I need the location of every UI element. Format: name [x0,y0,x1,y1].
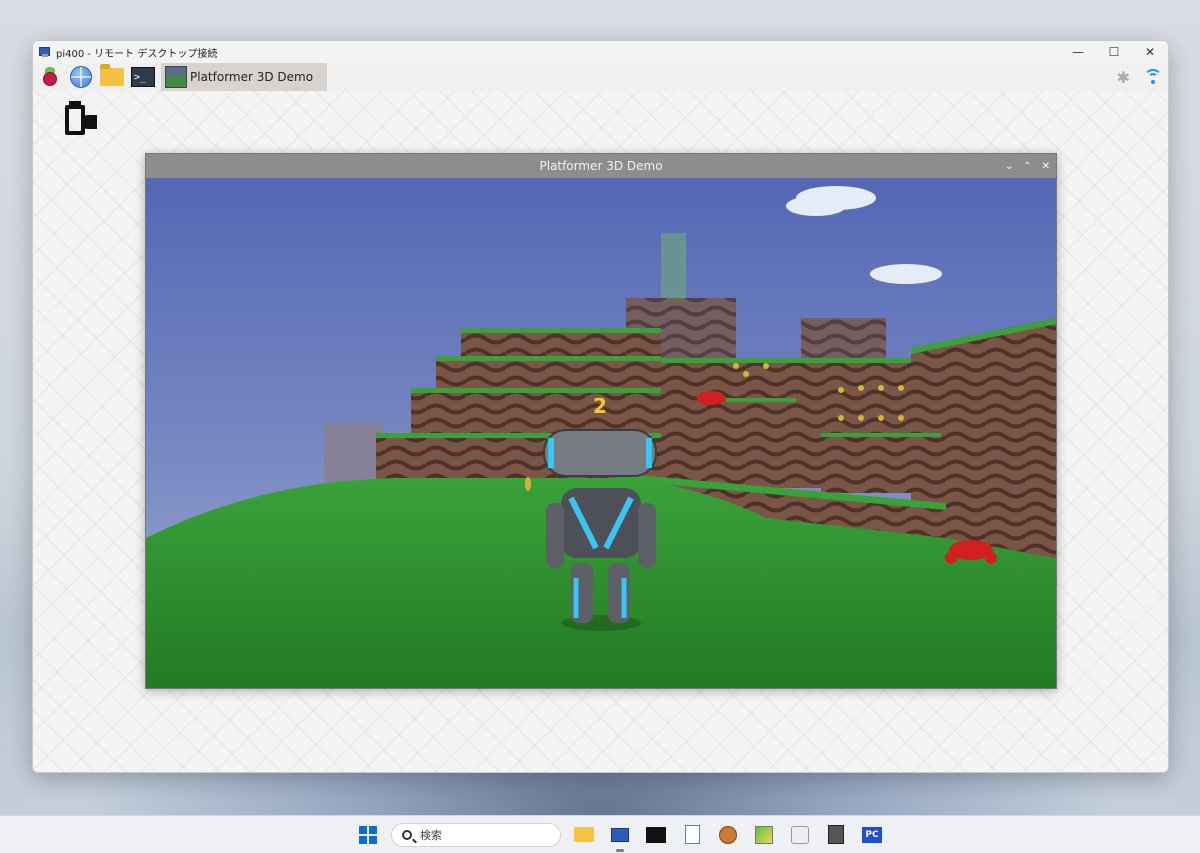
taskbar-pc-app[interactable]: PC [859,822,885,848]
game-window-title: Platformer 3D Demo [539,159,663,173]
maximize-button[interactable]: ☐ [1096,41,1132,63]
bluetooth-icon[interactable]: ✱ [1117,68,1130,87]
taskbar-monkey-app[interactable] [715,822,741,848]
game-window-controls: ⌄ ⌃ ✕ [1005,154,1050,178]
rdp-titlebar[interactable]: pi400 - リモート デスクトップ接続 — ☐ ✕ [33,41,1168,63]
raspberry-pi-desktop: >_ Platformer 3D Demo ✱ Platformer 3D De… [33,63,1168,772]
platformer-game-window: Platformer 3D Demo ⌄ ⌃ ✕ 2 [145,153,1057,689]
remote-desktop-icon [39,46,51,58]
terminal-icon: >_ [131,67,155,87]
panel-tray: ✱ [1117,68,1168,87]
taskbar-calculator[interactable] [823,822,849,848]
game-scene [146,178,1056,688]
folder-icon [100,64,124,86]
windows-logo-icon [359,825,377,844]
taskbar-terminal[interactable] [643,822,669,848]
taskbar-notepad[interactable] [679,822,705,848]
start-button[interactable] [355,822,381,848]
monkey-icon [719,825,737,844]
search-icon [402,829,412,840]
game-titlebar[interactable]: Platformer 3D Demo ⌄ ⌃ ✕ [146,154,1056,178]
power-plug-icon [63,101,99,137]
game-minimize-button[interactable]: ⌄ [1005,161,1013,172]
wall [726,398,796,478]
game-thumbnail-icon [165,66,187,88]
far-tree [661,233,686,303]
rdp-window-title: pi400 - リモート デスクトップ接続 [56,48,218,60]
document-icon [684,825,700,844]
game-viewport[interactable]: 2 [146,178,1056,688]
calculator-icon [828,825,844,844]
taskbar-item-platformer[interactable]: Platformer 3D Demo [161,63,328,91]
coin-counter: 2 [593,394,607,418]
raspberry-icon [41,67,59,87]
remote-desktop-window: pi400 - リモート デスクトップ接続 — ☐ ✕ >_ Platforme… [32,40,1169,773]
wifi-icon[interactable] [1144,69,1162,85]
wall [821,433,941,493]
taskbar-item-label: Platformer 3D Demo [190,70,314,84]
windows-taskbar: 検索 PC [0,815,1200,853]
rdp-window-controls: — ☐ ✕ [1060,41,1168,63]
far-pillar [324,423,384,483]
taskbar-apps: 検索 PC [355,822,885,852]
raspberry-menu-button[interactable] [37,65,63,89]
pc-icon: PC [862,826,882,843]
taskbar-remote-desktop[interactable] [607,822,633,852]
taskbar-cat-app[interactable] [787,822,813,848]
file-manager-launcher[interactable] [99,64,125,89]
taskbar-paint-app[interactable] [751,822,777,848]
taskbar-file-explorer[interactable] [571,822,597,848]
terminal-icon [646,826,666,843]
pi-top-panel: >_ Platformer 3D Demo ✱ [33,63,1168,91]
game-close-button[interactable]: ✕ [1042,161,1050,172]
search-placeholder: 検索 [420,828,442,842]
terminal-launcher[interactable]: >_ [130,65,156,89]
cat-icon [791,825,809,844]
web-browser-launcher[interactable] [68,65,94,89]
taskbar-search[interactable]: 検索 [391,822,561,847]
game-maximize-button[interactable]: ⌃ [1023,161,1031,172]
globe-icon [70,66,92,88]
close-button[interactable]: ✕ [1132,41,1168,63]
minimize-button[interactable]: — [1060,41,1096,63]
folder-icon [574,827,594,842]
paint-icon [755,825,773,844]
remote-desktop-icon [611,827,629,842]
